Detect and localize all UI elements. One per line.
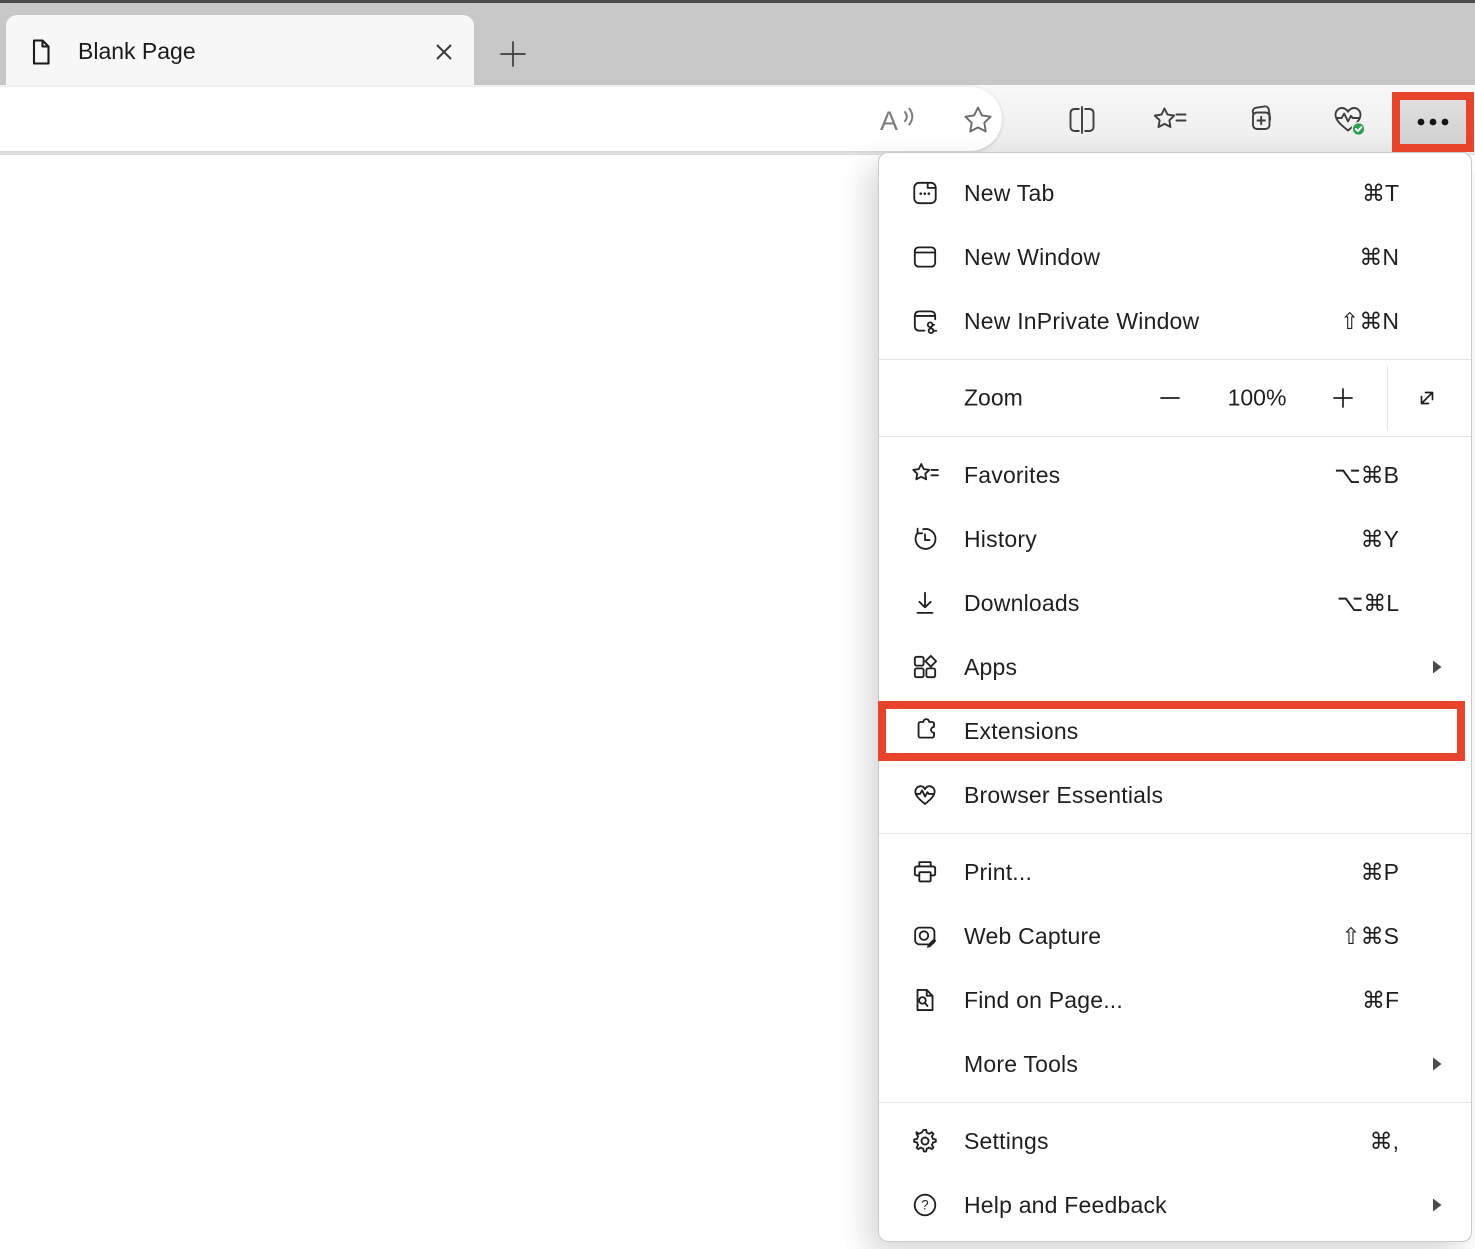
new-tab-button[interactable] — [494, 35, 532, 73]
menu-item-help-and-feedback[interactable]: ? Help and Feedback — [879, 1173, 1471, 1237]
menu-item-settings[interactable]: Settings ⌘, — [879, 1109, 1471, 1173]
menu-item-label: New Window — [964, 244, 1100, 271]
collections-button[interactable] — [1236, 96, 1284, 144]
menu-item-shortcut: ⌥⌘B — [1334, 462, 1399, 489]
gear-icon — [910, 1126, 940, 1156]
heart-pulse-icon — [910, 780, 940, 810]
menu-item-shortcut: ⌘P — [1361, 859, 1399, 886]
star-list-icon — [910, 460, 940, 490]
menu-separator — [879, 436, 1471, 437]
menu-item-label: More Tools — [964, 1051, 1078, 1078]
zoom-in-button[interactable] — [1323, 378, 1363, 418]
tab-bar: Blank Page — [0, 0, 1475, 85]
apps-grid-icon — [910, 652, 940, 682]
add-favorite-button[interactable] — [954, 96, 1002, 144]
menu-item-print[interactable]: Print... ⌘P — [879, 840, 1471, 904]
fullscreen-button[interactable] — [1407, 378, 1447, 418]
menu-item-new-window[interactable]: New Window ⌘N — [879, 225, 1471, 289]
menu-item-shortcut: ⌘Y — [1361, 526, 1399, 553]
zoom-out-button[interactable] — [1150, 378, 1190, 418]
menu-item-apps[interactable]: Apps — [879, 635, 1471, 699]
tab-close-button[interactable] — [426, 34, 462, 70]
more-menu-button[interactable] — [1400, 100, 1466, 144]
browser-window: Blank Page A New Tab ⌘T New Window ⌘N New In… — [0, 0, 1475, 1249]
download-icon — [910, 588, 940, 618]
tab-blank-page[interactable]: Blank Page — [6, 15, 474, 88]
page-content — [0, 155, 878, 1249]
menu-separator — [879, 359, 1471, 360]
menu-item-browser-essentials[interactable]: Browser Essentials — [879, 763, 1471, 827]
menu-item-label: Settings — [964, 1128, 1049, 1155]
split-screen-button[interactable] — [1058, 96, 1106, 144]
puzzle-icon — [910, 716, 940, 746]
document-icon — [26, 37, 56, 67]
new-window-icon — [910, 242, 940, 272]
chevron-right-icon — [1432, 1056, 1443, 1072]
menu-item-favorites[interactable]: Favorites ⌥⌘B — [879, 443, 1471, 507]
menu-item-downloads[interactable]: Downloads ⌥⌘L — [879, 571, 1471, 635]
menu-separator — [879, 1102, 1471, 1103]
menu-item-extensions[interactable]: Extensions — [879, 699, 1471, 763]
menu-item-new-inprivate-window[interactable]: New InPrivate Window ⇧⌘N — [879, 289, 1471, 353]
menu-item-label: Find on Page... — [964, 987, 1123, 1014]
read-aloud-button[interactable]: A — [873, 96, 921, 144]
zoom-divider — [1387, 366, 1388, 430]
menu-item-label: Apps — [964, 654, 1017, 681]
new-tab-icon — [910, 178, 940, 208]
browser-menu: New Tab ⌘T New Window ⌘N New InPrivate Windo… — [878, 152, 1472, 1242]
menu-item-shortcut: ⌥⌘L — [1337, 590, 1399, 617]
chevron-right-icon — [1432, 659, 1443, 675]
zoom-label: Zoom — [964, 385, 1023, 412]
annotation-box-more-menu — [1392, 92, 1474, 152]
menu-item-more-tools[interactable]: More Tools — [879, 1032, 1471, 1096]
menu-item-find-on-page[interactable]: Find on Page... ⌘F — [879, 968, 1471, 1032]
menu-item-label: Extensions — [964, 718, 1079, 745]
tab-title: Blank Page — [78, 38, 196, 65]
menu-item-shortcut: ⌘, — [1370, 1128, 1399, 1155]
printer-icon — [910, 857, 940, 887]
menu-item-shortcut: ⌘N — [1359, 244, 1399, 271]
favorites-bar-button[interactable] — [1146, 96, 1194, 144]
svg-text:A: A — [880, 106, 898, 136]
menu-separator — [879, 833, 1471, 834]
menu-item-new-tab[interactable]: New Tab ⌘T — [879, 161, 1471, 225]
no-icon — [910, 1049, 940, 1079]
menu-item-label: Downloads — [964, 590, 1080, 617]
menu-item-zoom: Zoom 100% — [879, 366, 1471, 430]
chevron-right-icon — [1432, 1197, 1443, 1213]
menu-item-shortcut: ⇧⌘S — [1341, 923, 1399, 950]
menu-item-label: History — [964, 526, 1037, 553]
address-bar[interactable] — [0, 87, 1002, 151]
menu-item-history[interactable]: History ⌘Y — [879, 507, 1471, 571]
menu-item-label: Favorites — [964, 462, 1060, 489]
camera-pen-icon — [910, 921, 940, 951]
menu-item-shortcut: ⌘T — [1362, 180, 1399, 207]
question-icon: ? — [910, 1190, 940, 1220]
inprivate-icon — [910, 306, 940, 336]
toolbar: A — [0, 85, 1475, 155]
menu-item-web-capture[interactable]: Web Capture ⇧⌘S — [879, 904, 1471, 968]
menu-item-shortcut: ⇧⌘N — [1340, 308, 1399, 335]
menu-item-label: Print... — [964, 859, 1032, 886]
zoom-value: 100% — [1209, 385, 1305, 412]
menu-item-label: Web Capture — [964, 923, 1101, 950]
browser-essentials-button[interactable] — [1324, 96, 1372, 144]
svg-text:?: ? — [921, 1198, 928, 1213]
menu-item-label: Help and Feedback — [964, 1192, 1167, 1219]
menu-item-label: Browser Essentials — [964, 782, 1163, 809]
menu-item-label: New Tab — [964, 180, 1054, 207]
history-icon — [910, 524, 940, 554]
page-search-icon — [910, 985, 940, 1015]
menu-item-label: New InPrivate Window — [964, 308, 1199, 335]
menu-item-shortcut: ⌘F — [1362, 987, 1399, 1014]
